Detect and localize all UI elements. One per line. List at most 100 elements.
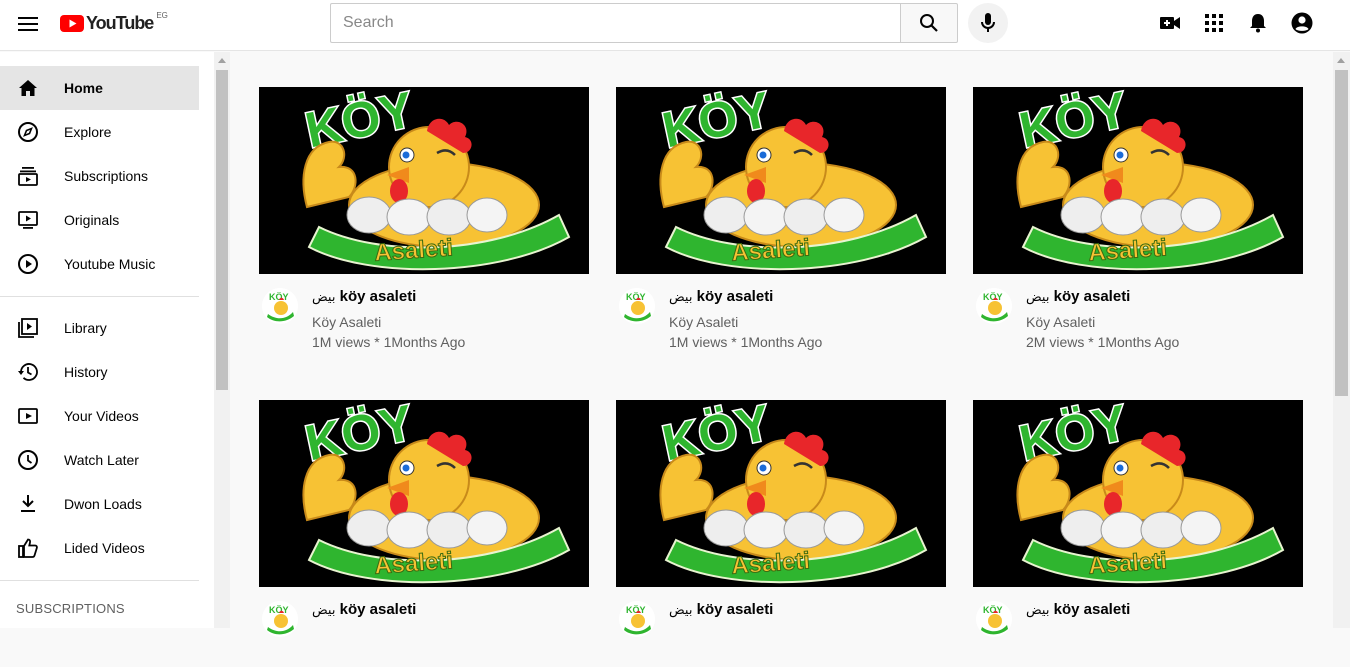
video-card[interactable]: KÖY Asaleti bbox=[973, 400, 1303, 667]
top-bar: YouTube EG bbox=[0, 0, 1350, 51]
video-stats: 2M views * 1Months Ago bbox=[1026, 334, 1180, 350]
sidebar-item-label: Watch Later bbox=[64, 452, 139, 468]
sidebar-item-label: Dwon Loads bbox=[64, 496, 142, 512]
video-title[interactable]: بيض köy asaleti bbox=[669, 288, 773, 305]
sidebar-item-home[interactable]: Home bbox=[0, 66, 199, 110]
video-title-arabic: بيض bbox=[1026, 290, 1050, 305]
channel-avatar-chicken-icon: KÖY bbox=[619, 288, 655, 324]
video-title[interactable]: بيض köy asaleti bbox=[312, 288, 416, 305]
sidebar-item-explore[interactable]: Explore bbox=[0, 110, 199, 154]
hamburger-menu-button[interactable] bbox=[14, 10, 42, 38]
account-button[interactable] bbox=[1289, 10, 1315, 36]
video-thumbnail[interactable]: KÖY Asaleti bbox=[259, 87, 589, 274]
subscriptions-icon bbox=[16, 164, 40, 188]
svg-text:KÖY: KÖY bbox=[269, 605, 289, 615]
video-title-text: köy asaleti bbox=[339, 288, 417, 305]
video-title[interactable]: بيض köy asaleti bbox=[669, 601, 773, 618]
video-title[interactable]: بيض köy asaleti bbox=[1026, 601, 1130, 618]
channel-avatar-chicken-icon: KÖY bbox=[976, 288, 1012, 324]
apps-button[interactable] bbox=[1201, 10, 1227, 36]
video-meta: KÖY بيض köy asaleti Köy Asaleti 2M views… bbox=[973, 274, 1303, 354]
channel-name[interactable]: Köy Asaleti bbox=[1026, 314, 1095, 330]
sidebar-item-downloads[interactable]: Dwon Loads bbox=[0, 482, 199, 526]
compass-icon bbox=[16, 120, 40, 144]
main-scrollbar[interactable] bbox=[1333, 52, 1350, 628]
video-title[interactable]: بيض köy asaleti bbox=[1026, 288, 1130, 305]
sidebar-item-label: Originals bbox=[64, 212, 120, 228]
channel-avatar[interactable]: KÖY bbox=[619, 288, 655, 324]
video-thumbnail[interactable]: KÖY Asaleti bbox=[616, 87, 946, 274]
youtube-logo[interactable]: YouTube EG bbox=[60, 11, 168, 35]
channel-avatar[interactable]: KÖY bbox=[976, 288, 1012, 324]
koy-asaleti-chicken-logo-icon: KÖY Asaleti bbox=[259, 400, 589, 587]
sidebar-item-label: Subscriptions bbox=[64, 168, 149, 184]
logo-country-code: EG bbox=[156, 10, 168, 20]
svg-text:KÖY: KÖY bbox=[269, 292, 289, 302]
library-icon bbox=[16, 316, 40, 340]
video-title-arabic: بيض bbox=[1026, 603, 1050, 618]
voice-search-button[interactable] bbox=[968, 3, 1008, 43]
video-card[interactable]: KÖY Asaleti bbox=[973, 87, 1303, 354]
video-card[interactable]: KÖY Asaleti bbox=[259, 87, 589, 354]
sidebar-item-label: Your Videos bbox=[64, 408, 139, 424]
video-stats: 1M views * 1Months Ago bbox=[312, 334, 466, 350]
sidebar-item-youtube-music[interactable]: Youtube Music bbox=[0, 242, 199, 286]
sidebar-item-label: Library bbox=[64, 320, 107, 336]
search-input[interactable] bbox=[330, 3, 900, 43]
sidebar-item-watch-later[interactable]: Watch Later bbox=[0, 438, 199, 482]
download-icon bbox=[16, 492, 40, 516]
channel-avatar-chicken-icon: KÖY bbox=[262, 601, 298, 637]
scroll-up-arrow-icon[interactable] bbox=[1337, 58, 1345, 63]
microphone-icon bbox=[981, 13, 995, 32]
video-title-arabic: بيض bbox=[312, 603, 336, 618]
channel-name[interactable]: Köy Asaleti bbox=[669, 314, 738, 330]
scroll-up-arrow-icon[interactable] bbox=[218, 58, 226, 63]
youtube-play-logo-icon bbox=[60, 14, 84, 32]
video-title-text: köy asaleti bbox=[696, 288, 774, 305]
sidebar-item-history[interactable]: History bbox=[0, 350, 199, 394]
video-meta: KÖY بيض köy asaleti Köy Asaleti 1M views… bbox=[259, 274, 589, 354]
channel-avatar[interactable]: KÖY bbox=[976, 601, 1012, 637]
video-thumbnail[interactable]: KÖY Asaleti bbox=[616, 400, 946, 587]
create-video-button[interactable] bbox=[1157, 10, 1183, 36]
notifications-button[interactable] bbox=[1245, 10, 1271, 36]
sidebar-divider bbox=[0, 580, 199, 581]
main-scrollbar-thumb[interactable] bbox=[1335, 70, 1348, 396]
channel-avatar[interactable]: KÖY bbox=[262, 288, 298, 324]
channel-avatar[interactable]: KÖY bbox=[619, 601, 655, 637]
video-card[interactable]: KÖY Asaleti bbox=[616, 400, 946, 667]
apps-grid-icon bbox=[1205, 14, 1223, 32]
sidebar-item-subscriptions[interactable]: Subscriptions bbox=[0, 154, 199, 198]
svg-text:KÖY: KÖY bbox=[983, 292, 1003, 302]
video-meta: KÖY بيض köy asaleti bbox=[259, 587, 589, 667]
koy-asaleti-chicken-logo-icon: KÖY Asaleti bbox=[616, 87, 946, 274]
search-icon bbox=[920, 14, 938, 32]
video-title[interactable]: بيض köy asaleti bbox=[312, 601, 416, 618]
sidebar-item-label: Lided Videos bbox=[64, 540, 145, 556]
svg-text:KÖY: KÖY bbox=[626, 605, 646, 615]
channel-name[interactable]: Köy Asaleti bbox=[312, 314, 381, 330]
koy-asaleti-chicken-logo-icon: KÖY Asaleti bbox=[973, 87, 1303, 274]
svg-text:KÖY: KÖY bbox=[626, 292, 646, 302]
sidebar-item-label: History bbox=[64, 364, 108, 380]
subscriptions-heading: SUBSCRIPTIONS bbox=[16, 601, 125, 616]
koy-asaleti-chicken-logo-icon: KÖY Asaleti bbox=[616, 400, 946, 587]
video-card[interactable]: KÖY Asaleti bbox=[259, 400, 589, 667]
video-title-text: köy asaleti bbox=[696, 601, 774, 618]
video-thumbnail[interactable]: KÖY Asaleti bbox=[973, 87, 1303, 274]
sidebar-item-originals[interactable]: Originals bbox=[0, 198, 199, 242]
channel-avatar[interactable]: KÖY bbox=[262, 601, 298, 637]
video-thumbnail[interactable]: KÖY Asaleti bbox=[973, 400, 1303, 587]
sidebar-item-label: Home bbox=[64, 80, 103, 96]
clock-icon bbox=[16, 448, 40, 472]
video-thumbnail[interactable]: KÖY Asaleti bbox=[259, 400, 589, 587]
video-title-arabic: بيض bbox=[669, 290, 693, 305]
search-button[interactable] bbox=[900, 3, 958, 43]
sidebar-scrollbar-thumb[interactable] bbox=[216, 70, 228, 390]
sidebar-item-your-videos[interactable]: Your Videos bbox=[0, 394, 199, 438]
sidebar-scrollbar[interactable] bbox=[214, 52, 230, 628]
sidebar-item-liked-videos[interactable]: Lided Videos bbox=[0, 526, 199, 570]
video-card[interactable]: KÖY Asaleti bbox=[616, 87, 946, 354]
koy-asaleti-chicken-logo-icon: KÖY Asaleti bbox=[973, 400, 1303, 587]
sidebar-item-library[interactable]: Library bbox=[0, 306, 199, 350]
